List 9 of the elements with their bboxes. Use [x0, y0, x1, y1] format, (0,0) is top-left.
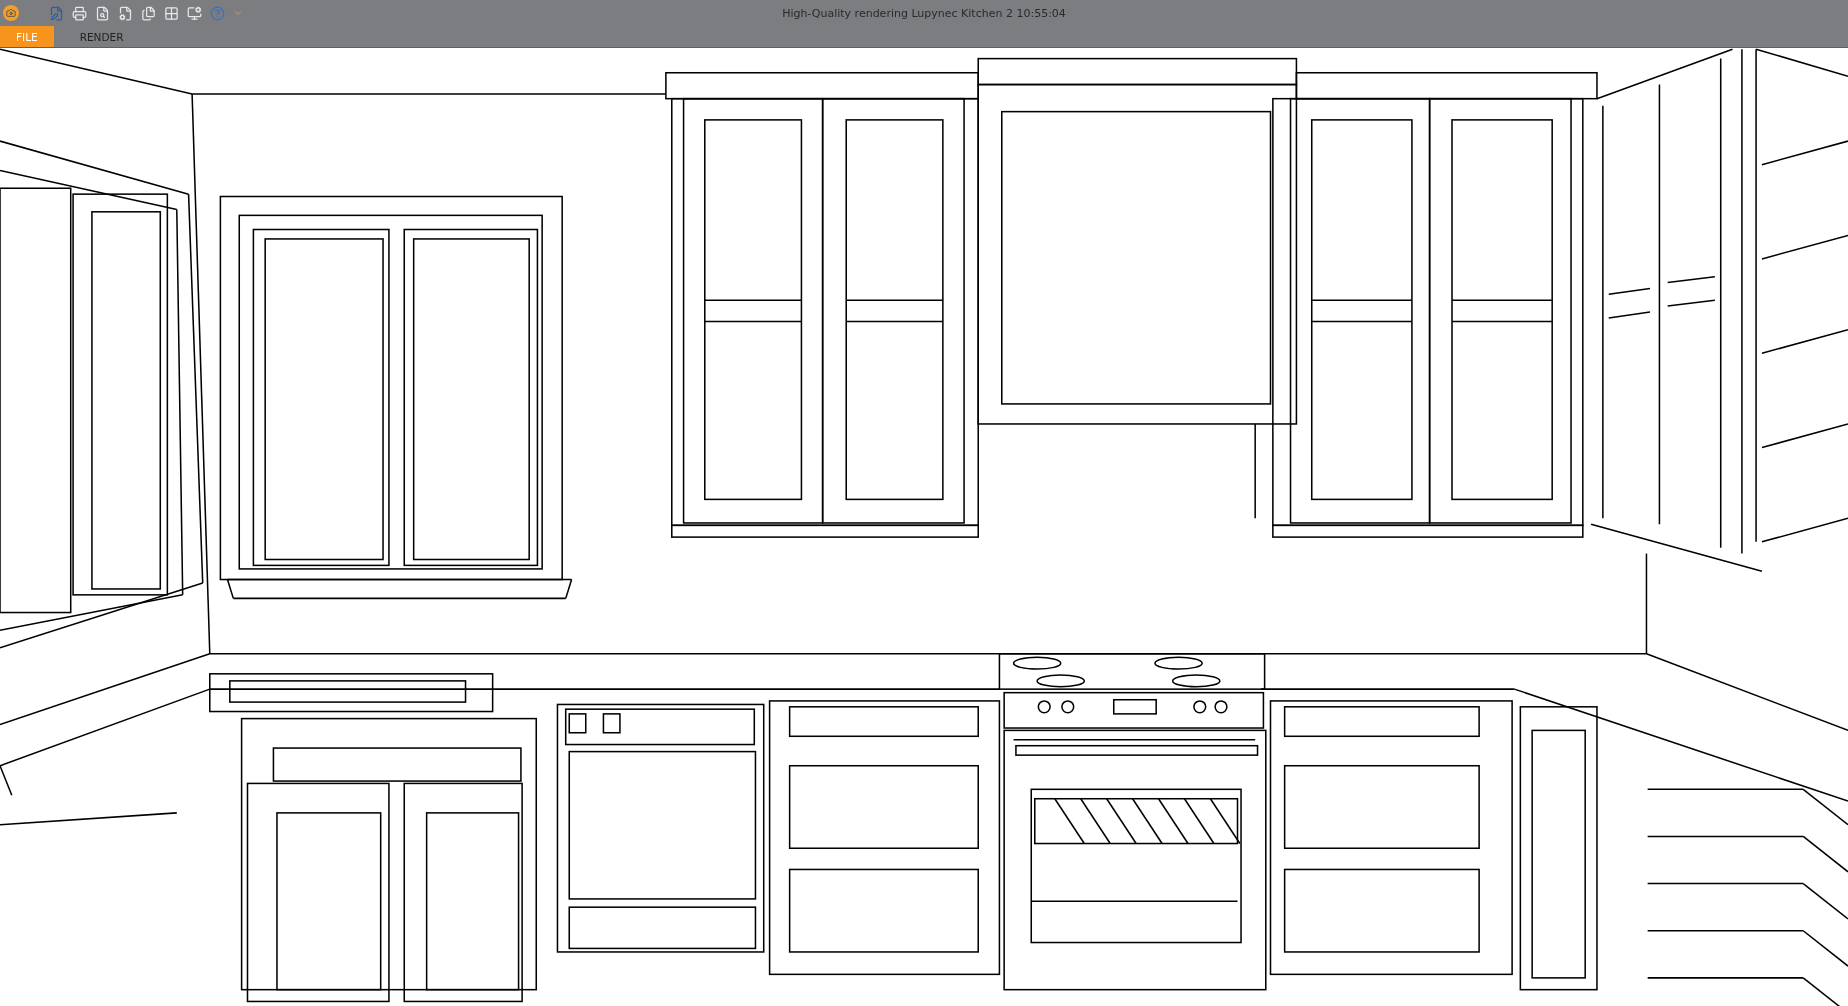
grid-window-icon[interactable] [163, 4, 180, 22]
monitor-gear-icon[interactable] [186, 4, 203, 22]
menu-tab[interactable]: RENDER [63, 26, 140, 47]
pages-icon[interactable] [140, 4, 157, 22]
window-title: High-Quality rendering Lupynec Kitchen 2 10:55:04 [782, 6, 1066, 20]
menu-tab[interactable]: FILE [0, 26, 54, 47]
page-gear-icon[interactable] [117, 4, 134, 22]
magnifier-page-icon[interactable] [94, 4, 111, 22]
printer-icon[interactable] [71, 4, 88, 22]
